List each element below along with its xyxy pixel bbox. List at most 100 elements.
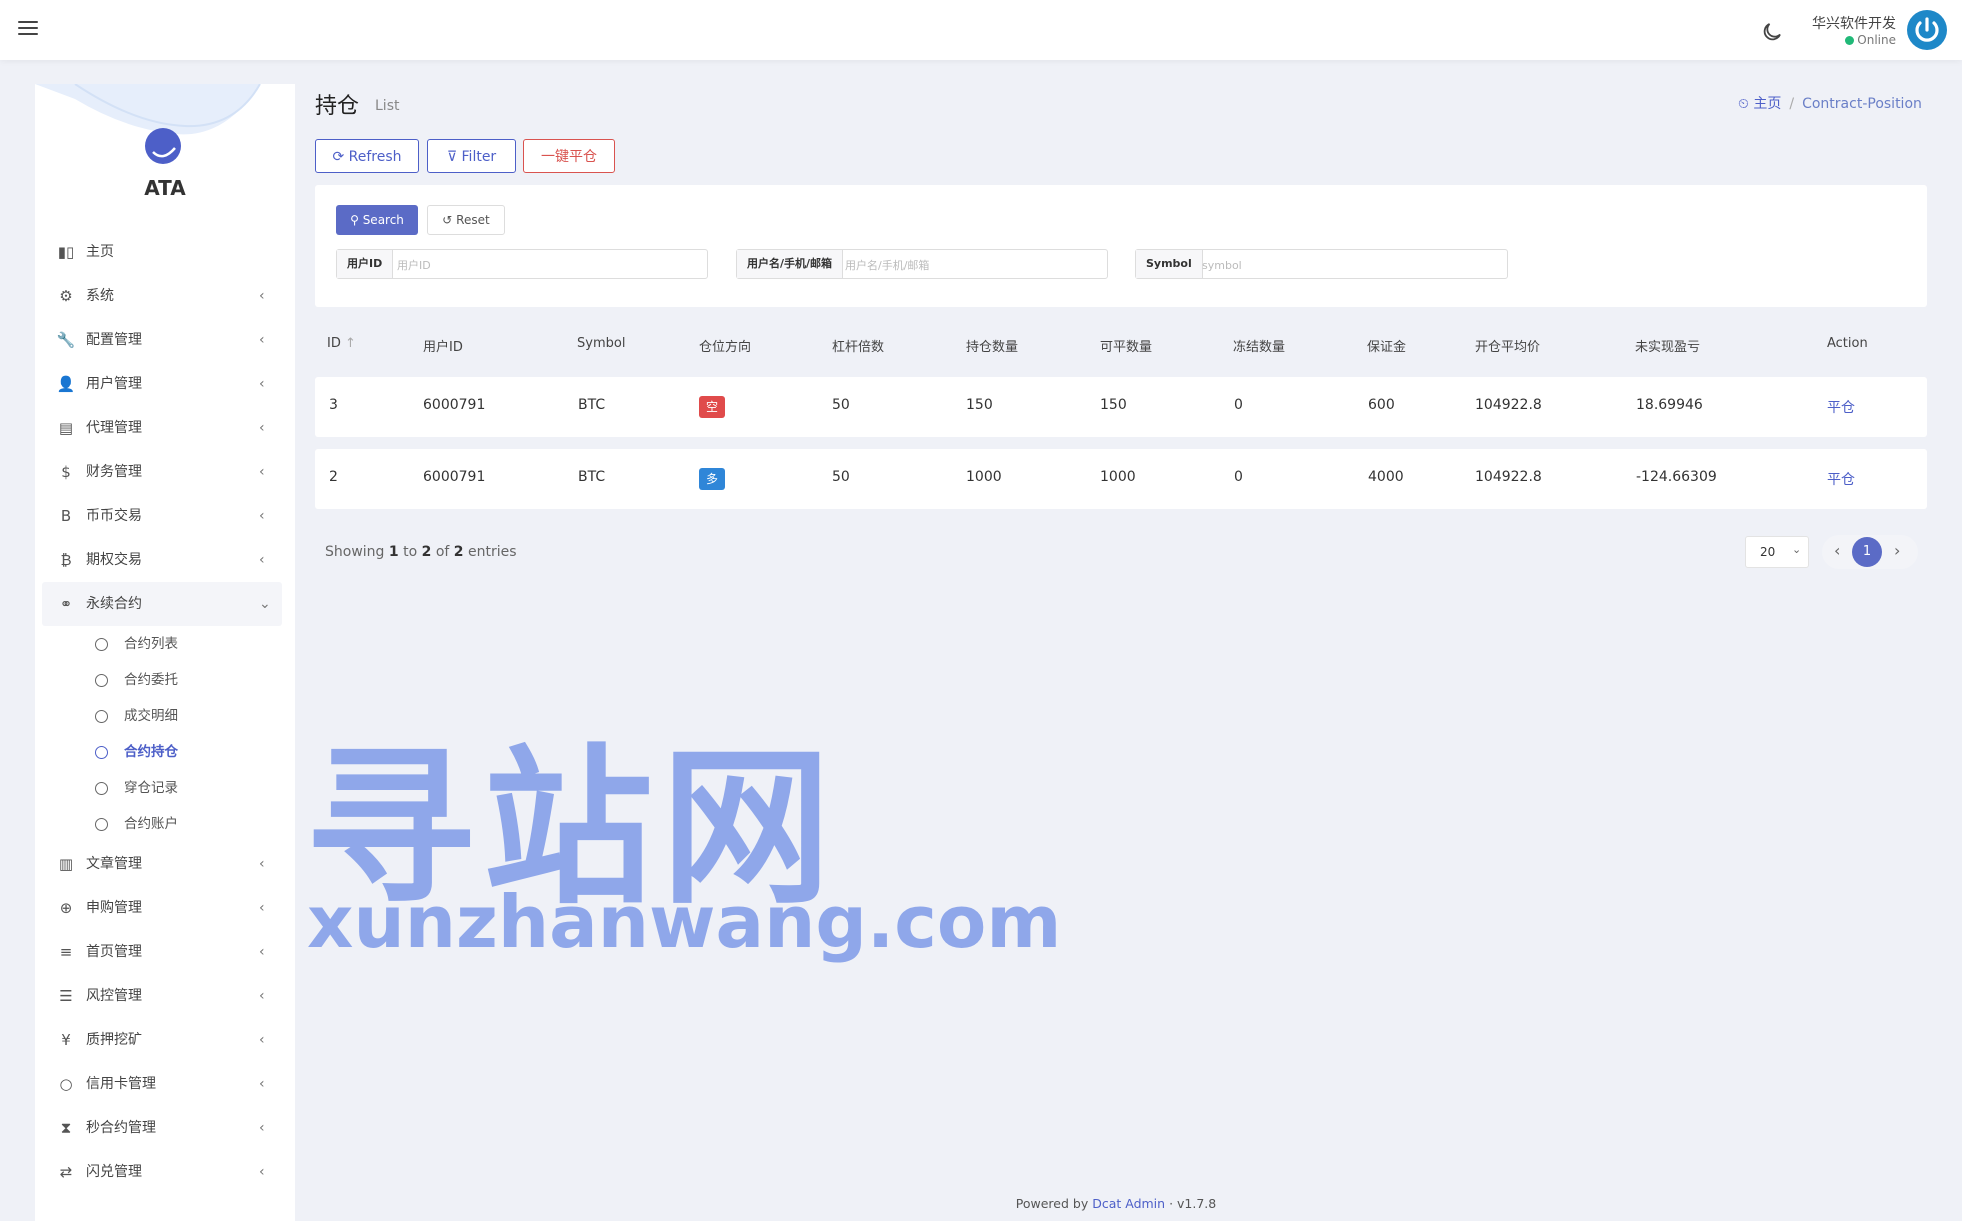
wrench-icon: 🔧: [56, 331, 76, 349]
sidebar-subitem-label: 合约委托: [124, 672, 178, 688]
reset-label: Reset: [456, 213, 490, 227]
chevron-down-icon: ⌄: [259, 596, 271, 612]
page-number-button[interactable]: 1: [1852, 537, 1882, 567]
user-status-text: Online: [1857, 33, 1896, 47]
footer-version: v1.7.8: [1177, 1196, 1217, 1211]
breadcrumb: ⏲ 主页 / Contract-Position: [1738, 93, 1922, 113]
cell-unrealized-pnl: 18.69946: [1636, 397, 1703, 413]
circle-icon: [95, 818, 108, 831]
circle-icon: [95, 638, 108, 651]
exchange-icon: ⇄: [59, 1163, 73, 1181]
refresh-button[interactable]: ⟳ Refresh: [315, 139, 419, 173]
circle-icon: [95, 746, 108, 759]
moon-icon[interactable]: [1760, 20, 1784, 44]
chevron-left-icon: ‹: [259, 1032, 265, 1048]
sidebar-subitem[interactable]: 合约列表: [42, 626, 282, 662]
sidebar-item-label: 文章管理: [86, 856, 142, 872]
cell-closable-qty: 150: [1100, 397, 1127, 413]
close-all-button[interactable]: 一键平仓: [523, 139, 615, 173]
sidebar-item[interactable]: ¥ 质押挖矿 ‹: [42, 1018, 282, 1062]
sidebar-subitem-label: 合约持仓: [124, 744, 178, 760]
footer-dcat-link[interactable]: Dcat Admin: [1092, 1196, 1165, 1211]
sidebar-nav: ▮▯ 主页 ⚙ 系统 ‹ 🔧 配置管理 ‹ 👤 用户管理 ‹ ▤ 代理管理 ‹ $ 财务管理 ‹ B 币币交易 ‹ ₿ 期…: [42, 230, 282, 1194]
sidebar-item[interactable]: ⊕ 申购管理 ‹: [42, 886, 282, 930]
sidebar-item[interactable]: ⚙ 系统 ‹: [42, 274, 282, 318]
page-size-select[interactable]: 20 ⌄: [1745, 536, 1809, 568]
close-position-link[interactable]: 平仓: [1827, 397, 1855, 417]
sidebar-subitem[interactable]: 合约持仓: [42, 734, 282, 770]
sidebar-item[interactable]: ≡ 首页管理 ‹: [42, 930, 282, 974]
page-size-value: 20: [1760, 545, 1776, 559]
next-page-button[interactable]: ›: [1894, 541, 1900, 560]
cell-unrealized-pnl: -124.66309: [1636, 469, 1717, 485]
sidebar-item[interactable]: 👤 用户管理 ‹: [42, 362, 282, 406]
bitcoin-icon: ₿: [60, 551, 72, 569]
close-position-link[interactable]: 平仓: [1827, 469, 1855, 489]
col-leverage: 杠杆倍数: [832, 340, 885, 355]
chevron-left-icon: ‹: [259, 508, 265, 524]
id-card-icon: ▤: [58, 419, 74, 437]
hamburger-icon[interactable]: [18, 18, 38, 38]
chevron-left-icon: ‹: [259, 420, 265, 436]
breadcrumb-current: Contract-Position: [1802, 96, 1922, 112]
chevron-left-icon: ‹: [259, 856, 265, 872]
sidebar-subitem-label: 成交明细: [124, 708, 178, 724]
sidebar-subitem[interactable]: 穿仓记录: [42, 770, 282, 806]
sidebar-item[interactable]: ☰ 风控管理 ‹: [42, 974, 282, 1018]
prev-page-button[interactable]: ‹: [1834, 541, 1840, 560]
user-id-input[interactable]: [395, 254, 699, 276]
filter-symbol-group: Symbol: [1135, 249, 1508, 279]
col-id[interactable]: ID ↑: [327, 336, 356, 351]
search-button[interactable]: ⚲ Search: [336, 205, 418, 235]
hourglass-icon: ⧗: [60, 1119, 72, 1137]
page-subtitle: List: [375, 98, 400, 114]
table-row: 2 6000791 BTC 多 50 1000 1000 0 4000 1049…: [315, 449, 1927, 509]
sidebar-item[interactable]: ○ 信用卡管理 ‹: [42, 1062, 282, 1106]
logo-text: ATA: [144, 176, 186, 200]
sidebar-subitem[interactable]: 合约账户: [42, 806, 282, 842]
online-dot-icon: [1845, 36, 1855, 45]
filter-icon: ⊽: [446, 149, 458, 165]
life-ring-icon: ⊕: [59, 899, 73, 917]
reset-button[interactable]: ↺ Reset: [427, 205, 505, 235]
showing-to-word: to: [403, 544, 418, 560]
sidebar-item[interactable]: $ 财务管理 ‹: [42, 450, 282, 494]
showing-to: 2: [421, 544, 432, 560]
chevron-left-icon: ‹: [259, 900, 265, 916]
sidebar-item[interactable]: ▮▯ 主页: [42, 230, 282, 274]
sidebar-item[interactable]: ▤ 代理管理 ‹: [42, 406, 282, 450]
showing-from: 1: [388, 544, 399, 560]
sidebar-item-label: 闪兑管理: [86, 1164, 142, 1180]
sidebar-item-label: 主页: [86, 244, 114, 260]
user-name[interactable]: 华兴软件开发: [1800, 13, 1896, 33]
username-input[interactable]: [843, 254, 1102, 276]
sidebar-item-label: 秒合约管理: [86, 1120, 156, 1136]
col-position-qty: 持仓数量: [966, 340, 1019, 355]
side-badge: 空: [699, 396, 725, 418]
filter-user-id-group: 用户ID: [336, 249, 708, 279]
circle-icon: ○: [59, 1075, 73, 1093]
filter-button[interactable]: ⊽ Filter: [427, 139, 516, 173]
sidebar-subitem[interactable]: 成交明细: [42, 698, 282, 734]
sidebar-item[interactable]: ⧗ 秒合约管理 ‹: [42, 1106, 282, 1150]
sidebar-subitem[interactable]: 合约委托: [42, 662, 282, 698]
sidebar-item-label: 财务管理: [86, 464, 142, 480]
cell-id: 3: [329, 397, 338, 413]
footer: Powered by Dcat Admin · v1.7.8: [0, 1196, 1962, 1211]
sidebar-item[interactable]: B 币币交易 ‹: [42, 494, 282, 538]
sidebar-item[interactable]: ▥ 文章管理 ‹: [42, 842, 282, 886]
sidebar-item[interactable]: ⚭ 永续合约 ⌄: [42, 582, 282, 626]
avatar[interactable]: [1907, 10, 1947, 50]
sidebar-item[interactable]: ₿ 期权交易 ‹: [42, 538, 282, 582]
sidebar-item[interactable]: ⇄ 闪兑管理 ‹: [42, 1150, 282, 1194]
breadcrumb-home[interactable]: ⏲ 主页: [1738, 96, 1781, 112]
filter-label: Filter: [461, 149, 497, 165]
symbol-input[interactable]: [1200, 254, 1499, 276]
undo-icon: ↺: [442, 213, 453, 227]
refresh-label: Refresh: [348, 149, 402, 165]
cell-id: 2: [329, 469, 338, 485]
sidebar-item[interactable]: 🔧 配置管理 ‹: [42, 318, 282, 362]
sort-arrow-icon: ↑: [345, 336, 356, 351]
watermark-en: xunzhanwang.com: [307, 880, 1062, 964]
breadcrumb-separator: /: [1789, 96, 1795, 112]
